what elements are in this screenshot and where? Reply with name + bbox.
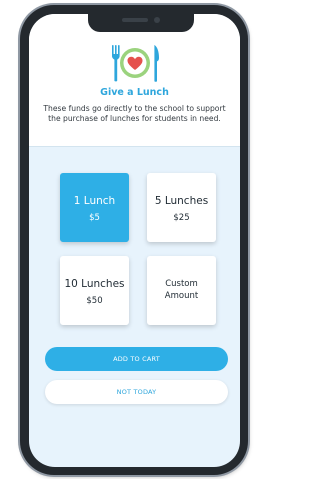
add-to-cart-button[interactable]: ADD TO CART [45,347,228,371]
option-price: $50 [86,296,103,306]
phone-notch [88,12,194,32]
option-price: $25 [173,213,190,223]
app-screen: Give a Lunch These funds go directly to … [29,14,240,467]
option-10-lunches[interactable]: 10 Lunches $50 [60,256,129,325]
option-label: 1 Lunch [73,195,116,207]
option-custom-amount[interactable]: Custom Amount [147,256,216,325]
option-label: 10 Lunches [64,278,125,290]
page-description: These funds go directly to the school to… [43,104,226,123]
option-1-lunch[interactable]: 1 Lunch $5 [60,173,129,242]
option-price: $5 [89,213,100,223]
option-label: Custom Amount [164,279,199,301]
give-a-lunch-logo-icon [109,43,161,87]
page-title: Give a Lunch [100,87,169,98]
option-label: 5 Lunches [154,195,209,207]
option-5-lunches[interactable]: 5 Lunches $25 [147,173,216,242]
header-panel: Give a Lunch These funds go directly to … [29,14,240,147]
phone-speaker [122,18,148,22]
phone-camera [154,17,160,23]
not-today-button[interactable]: NOT TODAY [45,380,228,404]
